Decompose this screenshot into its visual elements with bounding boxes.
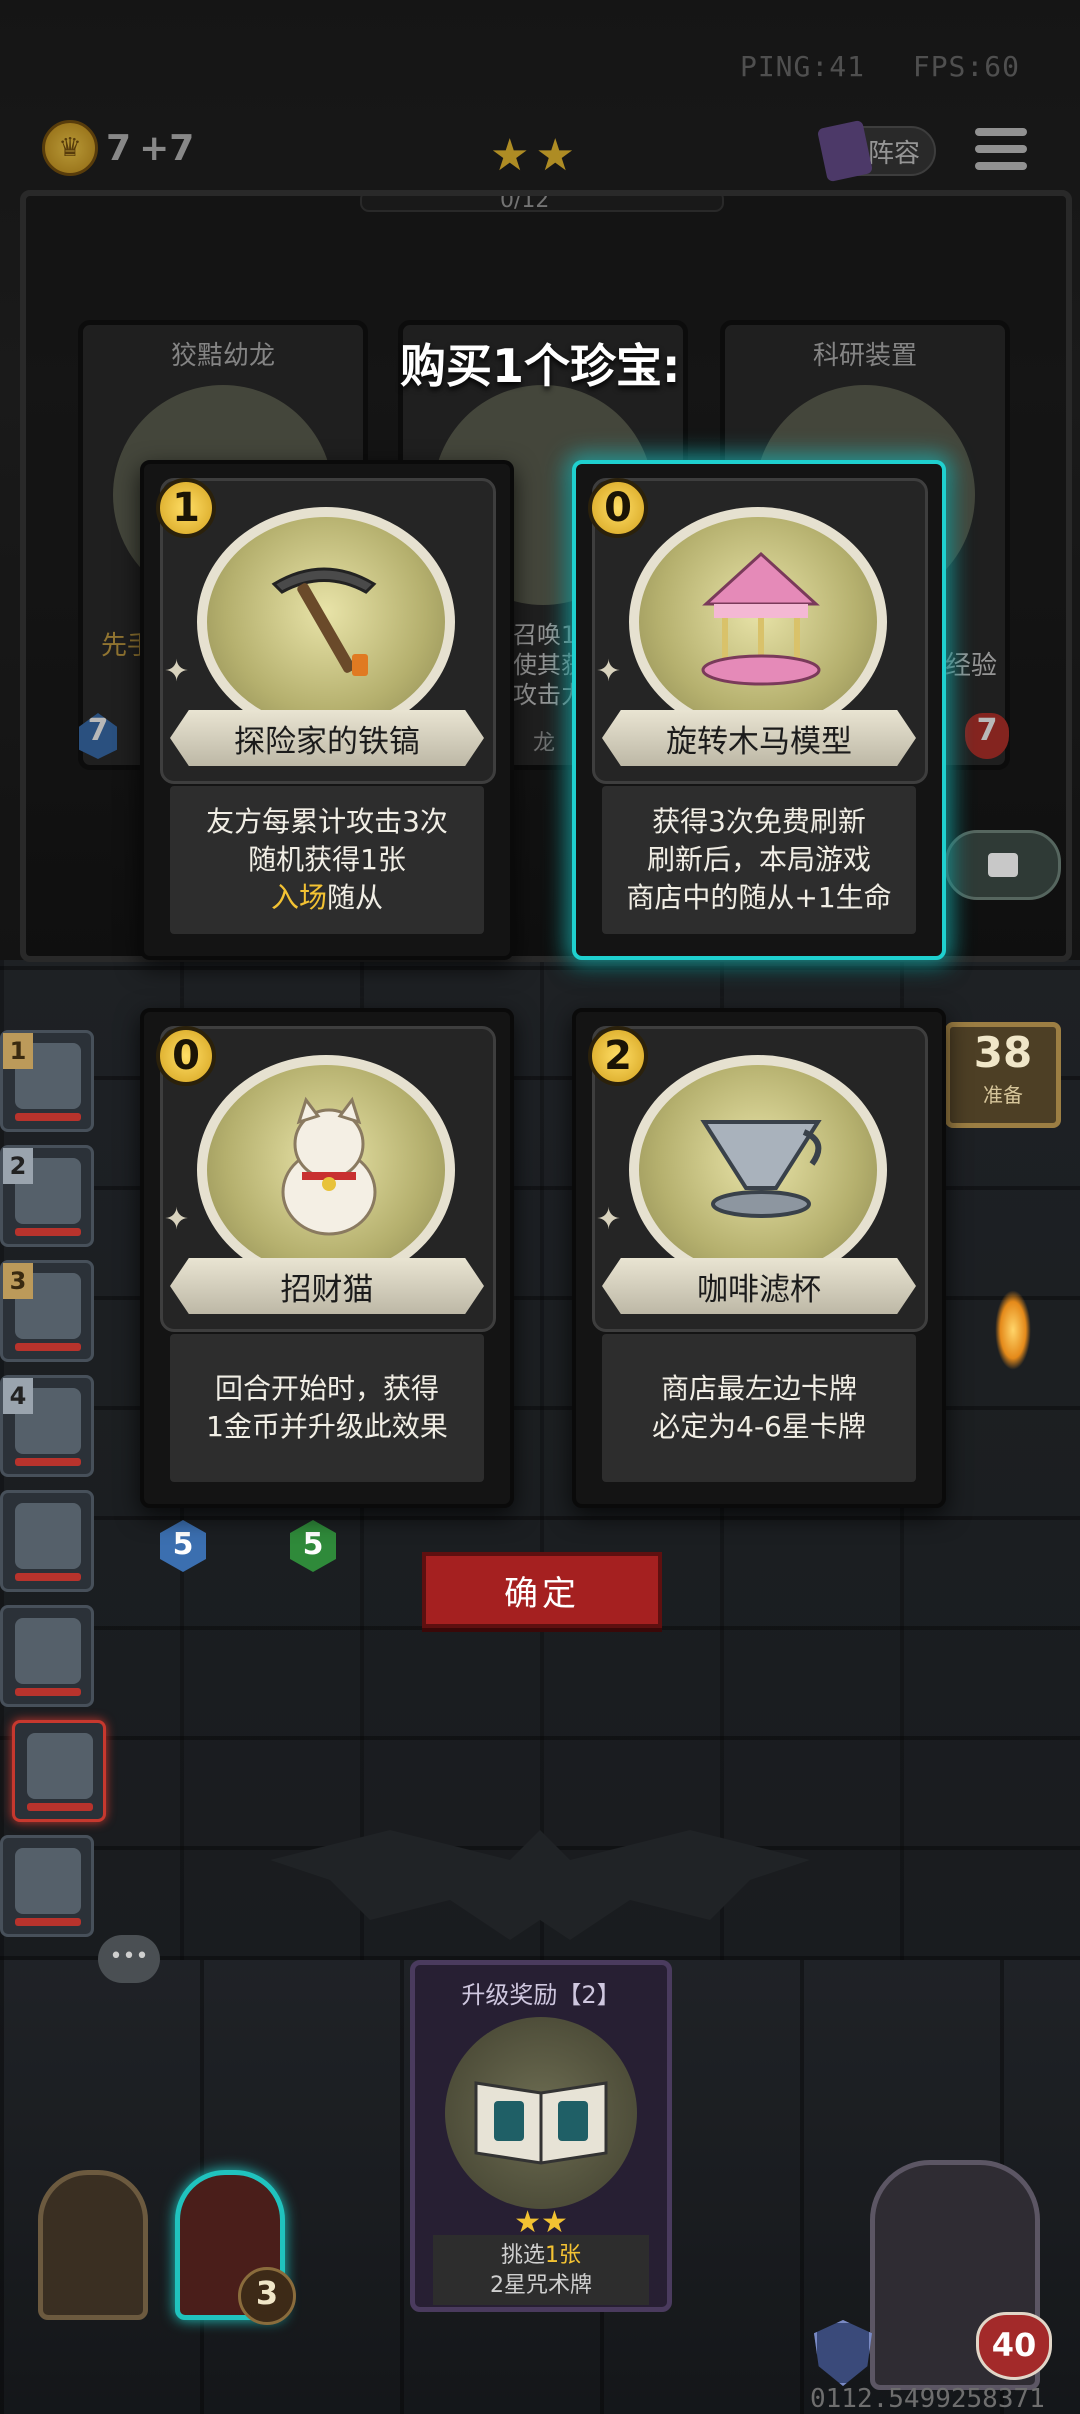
hero-skill-button-1[interactable]	[38, 2170, 148, 2320]
treasure-name: 招财猫	[170, 1258, 484, 1314]
treasure-card-coffee-dripper[interactable]: 2 ✦ 咖啡滤杯 商店最左边卡牌 必定为4-6星卡牌	[572, 1008, 946, 1508]
cost-badge: 0	[588, 478, 648, 538]
treasure-card-pickaxe[interactable]: 1 ✦ 探险家的铁镐 友方每累计攻击3次 随机获得1张 入场随从	[140, 460, 514, 960]
player-health: 40	[976, 2312, 1052, 2380]
treasure-description: 回合开始时，获得 1金币并升级此效果	[170, 1334, 484, 1482]
roster-slot[interactable]	[0, 1490, 94, 1592]
upgrade-header: 升级奖励【2】	[461, 1981, 621, 2009]
rank-badge: 2	[3, 1148, 33, 1184]
upgrade-line2: 2星咒术牌	[490, 2273, 592, 2298]
carousel-icon	[676, 534, 846, 704]
shop-card-name: 狡黠幼龙	[170, 341, 275, 371]
tribe-label: 龙	[533, 731, 556, 756]
ready-count: 38	[973, 1028, 1033, 1077]
cost-badge: 1	[156, 478, 216, 538]
desc-line-1: 回合开始时，获得	[214, 1372, 439, 1405]
roster-slot-current[interactable]	[12, 1720, 106, 1822]
desc-line-2: 必定为4-6星卡牌	[652, 1410, 866, 1443]
ready-label: 准备	[983, 1083, 1023, 1107]
upgrade-reward-card[interactable]: 升级奖励【2】 ★★ 挑选1张 2星咒术牌	[410, 1960, 672, 2312]
desc-line-2: 1金币并升级此效果	[206, 1410, 448, 1443]
shop-card-text: 经验	[945, 651, 998, 681]
desc-line-3: 商店中的随从+1生命	[626, 881, 892, 914]
desc-line-2: 随机获得1张	[248, 843, 406, 876]
bat-emblem-icon	[270, 1830, 810, 1940]
treasure-card-lucky-cat[interactable]: 0 ✦ 招财猫 回合开始时，获得 1金币并升级此效果	[140, 1008, 514, 1508]
treasure-name: 咖啡滤杯	[602, 1258, 916, 1314]
coffee-dripper-icon	[676, 1082, 846, 1252]
health-badge: 7	[965, 713, 1009, 759]
player-roster: 1 2 3 4	[0, 1030, 106, 1950]
tavern-stars: ★★	[490, 130, 581, 181]
ping-text: PING:41	[739, 50, 865, 83]
overlay-title: 购买1个珍宝:	[400, 339, 681, 393]
lock-shop-button[interactable]	[945, 830, 1061, 900]
desc-line-1: 商店最左边卡牌	[660, 1372, 857, 1405]
upgrade-line1-prefix: 挑选	[500, 2243, 545, 2268]
lineup-button[interactable]: 阵容	[816, 119, 936, 183]
lucky-cat-icon	[244, 1082, 414, 1252]
desc-line-3-tail: 随从	[327, 881, 384, 914]
lock-icon	[988, 853, 1018, 877]
roster-slot[interactable]	[0, 1835, 94, 1937]
roster-slot[interactable]	[0, 1605, 94, 1707]
player-uid: 0112.5499258371	[810, 2384, 1045, 2414]
keyword-highlight: 入场	[270, 881, 327, 914]
spellbook-icon	[445, 2017, 637, 2209]
ready-counter: 38 准备	[945, 1022, 1061, 1128]
menu-icon[interactable]	[975, 128, 1027, 178]
chat-icon[interactable]: •••	[98, 1935, 160, 1983]
crown-coin-icon: ♛	[42, 120, 98, 176]
desc-line-1: 获得3次免费刷新	[652, 805, 866, 838]
torch-flame	[995, 1290, 1031, 1370]
upgrade-description: 挑选1张 2星咒术牌	[433, 2235, 649, 2305]
roster-slot[interactable]: 4	[0, 1375, 94, 1477]
desc-line-1: 友方每累计攻击3次	[206, 805, 448, 838]
pickaxe-icon	[244, 534, 414, 704]
upgrade-line1-value: 1张	[545, 2243, 581, 2268]
shop-card-name: 科研装置	[812, 341, 917, 371]
hero-power-count: 3	[238, 2267, 296, 2325]
treasure-name: 旋转木马模型	[602, 710, 916, 766]
tier-badge: 7	[79, 713, 117, 759]
network-stats: PING:41 FPS:60	[710, 50, 1020, 83]
treasure-card-carousel[interactable]: 0 ✦ 旋转木马模型 获得3次免费刷新 刷新后，本局游戏 商店中的随从+1生命	[572, 460, 946, 960]
lineup-label: 阵容	[867, 138, 920, 169]
treasure-name: 探险家的铁镐	[170, 710, 484, 766]
gold-income: +7	[139, 127, 195, 169]
treasure-description: 获得3次免费刷新 刷新后，本局游戏 商店中的随从+1生命	[602, 786, 916, 934]
gold-amount: 7	[106, 127, 132, 169]
treasure-description: 友方每累计攻击3次 随机获得1张 入场随从	[170, 786, 484, 934]
cost-badge: 0	[156, 1026, 216, 1086]
rank-badge: 3	[3, 1263, 33, 1299]
roster-slot[interactable]: 2	[0, 1145, 94, 1247]
gold-counter: ♛ 7 +7	[42, 120, 194, 176]
rank-badge: 1	[3, 1033, 33, 1069]
roster-slot[interactable]: 3	[0, 1260, 94, 1362]
rank-badge: 4	[3, 1378, 33, 1414]
cost-badge: 2	[588, 1026, 648, 1086]
roster-slot[interactable]: 1	[0, 1030, 94, 1132]
desc-line-2: 刷新后，本局游戏	[646, 843, 871, 876]
hero-power-button[interactable]: 3	[175, 2170, 296, 2325]
fps-text: FPS:60	[912, 50, 1020, 83]
confirm-button[interactable]: 确定	[422, 1552, 662, 1628]
book-icon	[816, 119, 874, 183]
treasure-description: 商店最左边卡牌 必定为4-6星卡牌	[602, 1334, 916, 1482]
